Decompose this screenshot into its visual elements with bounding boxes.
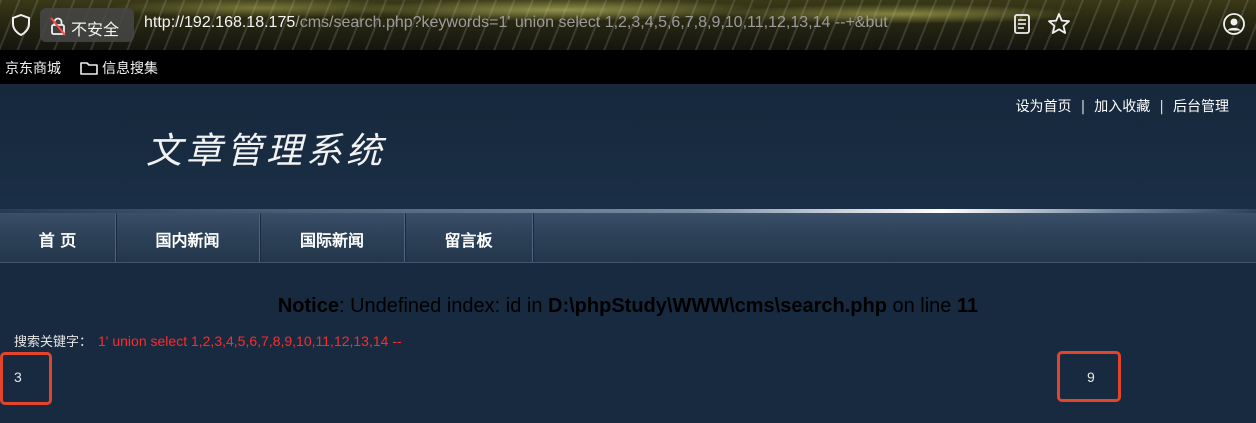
nav-home[interactable]: 首 页 [0,213,116,262]
main-nav: 首 页 国内新闻 国际新闻 留言板 [0,213,1256,263]
url-host: http://192.168.18.175 [144,14,296,31]
security-label: 不安全 [71,20,120,39]
star-icon[interactable] [1047,12,1071,40]
security-indicator[interactable]: 不安全 [40,8,134,42]
add-favorite-link[interactable]: 加入收藏 [1094,99,1150,115]
url-field[interactable]: http://192.168.18.175/cms/search.php?key… [144,14,1004,32]
notice-middle: on line [886,295,957,317]
lock-slash-icon [49,16,67,40]
bookmarks-bar: 京东商城 信息搜集 [0,50,1256,84]
notice-prefix: Notice [277,295,339,317]
nav-international-news[interactable]: 国际新闻 [260,213,405,262]
reader-icon[interactable] [1013,13,1031,39]
nav-domestic-news[interactable]: 国内新闻 [116,213,260,262]
folder-icon [80,62,98,75]
php-notice: Notice: Undefined index: id in D:\phpStu… [0,295,1256,318]
notice-line: 11 [956,295,979,317]
highlight-box [1057,351,1121,402]
set-homepage-link[interactable]: 设为首页 [1016,99,1072,115]
link-separator: | [1080,99,1086,115]
site-header: 设为首页 | 加入收藏 | 后台管理 文章管理系统 [0,84,1256,211]
shield-icon[interactable] [11,13,31,40]
search-keyword-line: 搜索关键字： 1' union select 1,2,3,4,5,6,7,8,9,… [14,331,402,350]
admin-link[interactable]: 后台管理 [1173,99,1229,115]
link-separator: | [1159,99,1164,115]
nav-guestbook[interactable]: 留言板 [405,213,533,262]
highlight-box [0,352,52,405]
search-keyword-value: 1' union select 1,2,3,4,5,6,7,8,9,10,11,… [98,333,402,349]
top-links: 设为首页 | 加入收藏 | 后台管理 [1016,96,1229,116]
url-path: /cms/search.php?keywords=1' union select… [295,14,888,31]
browser-address-bar: 不安全 http://192.168.18.175/cms/search.php… [0,0,1256,50]
bookmark-jd[interactable]: 京东商城 [5,58,61,78]
notice-file: D:\phpStudy\WWW\cms\search.php [548,295,887,317]
search-keyword-label: 搜索关键字： [14,335,93,350]
profile-icon[interactable] [1222,12,1246,40]
site-title: 文章管理系统 [146,131,387,172]
bookmark-folder-label: 信息搜集 [102,61,158,77]
notice-message: : Undefined index: id in [338,295,549,317]
bookmark-folder-info[interactable]: 信息搜集 [80,58,158,78]
